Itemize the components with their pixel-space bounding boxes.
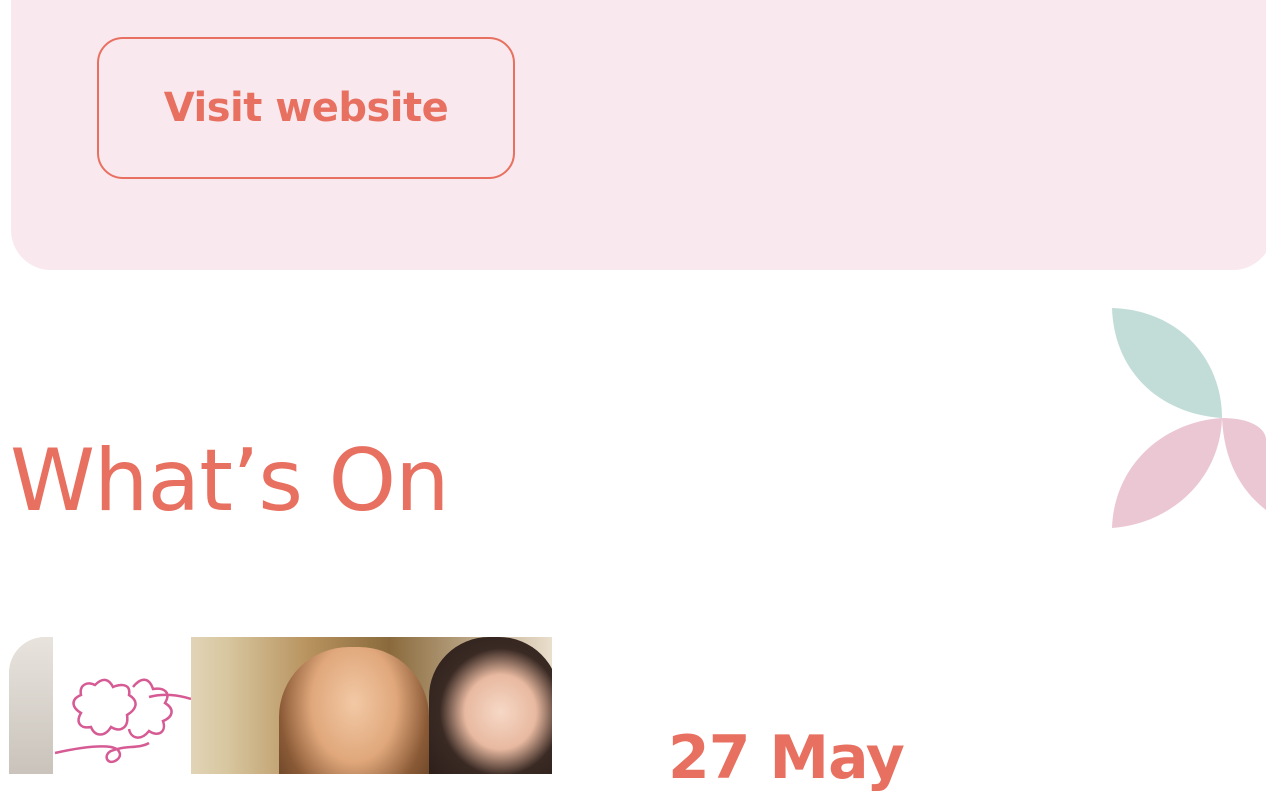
event-logo-tile bbox=[53, 637, 192, 774]
pink-petal-right bbox=[1222, 418, 1266, 510]
whats-on-heading: What’s On bbox=[10, 431, 450, 531]
pink-petal-left bbox=[1112, 418, 1222, 528]
event-date: 27 May bbox=[668, 723, 905, 793]
star-outline-icon bbox=[54, 678, 192, 764]
teal-petal bbox=[1112, 308, 1222, 418]
visit-website-button[interactable]: Visit website bbox=[97, 37, 515, 179]
photo-person bbox=[279, 647, 429, 774]
petal-decoration-icon bbox=[1112, 308, 1266, 528]
event-image[interactable] bbox=[9, 637, 552, 774]
photo-person bbox=[429, 637, 552, 774]
